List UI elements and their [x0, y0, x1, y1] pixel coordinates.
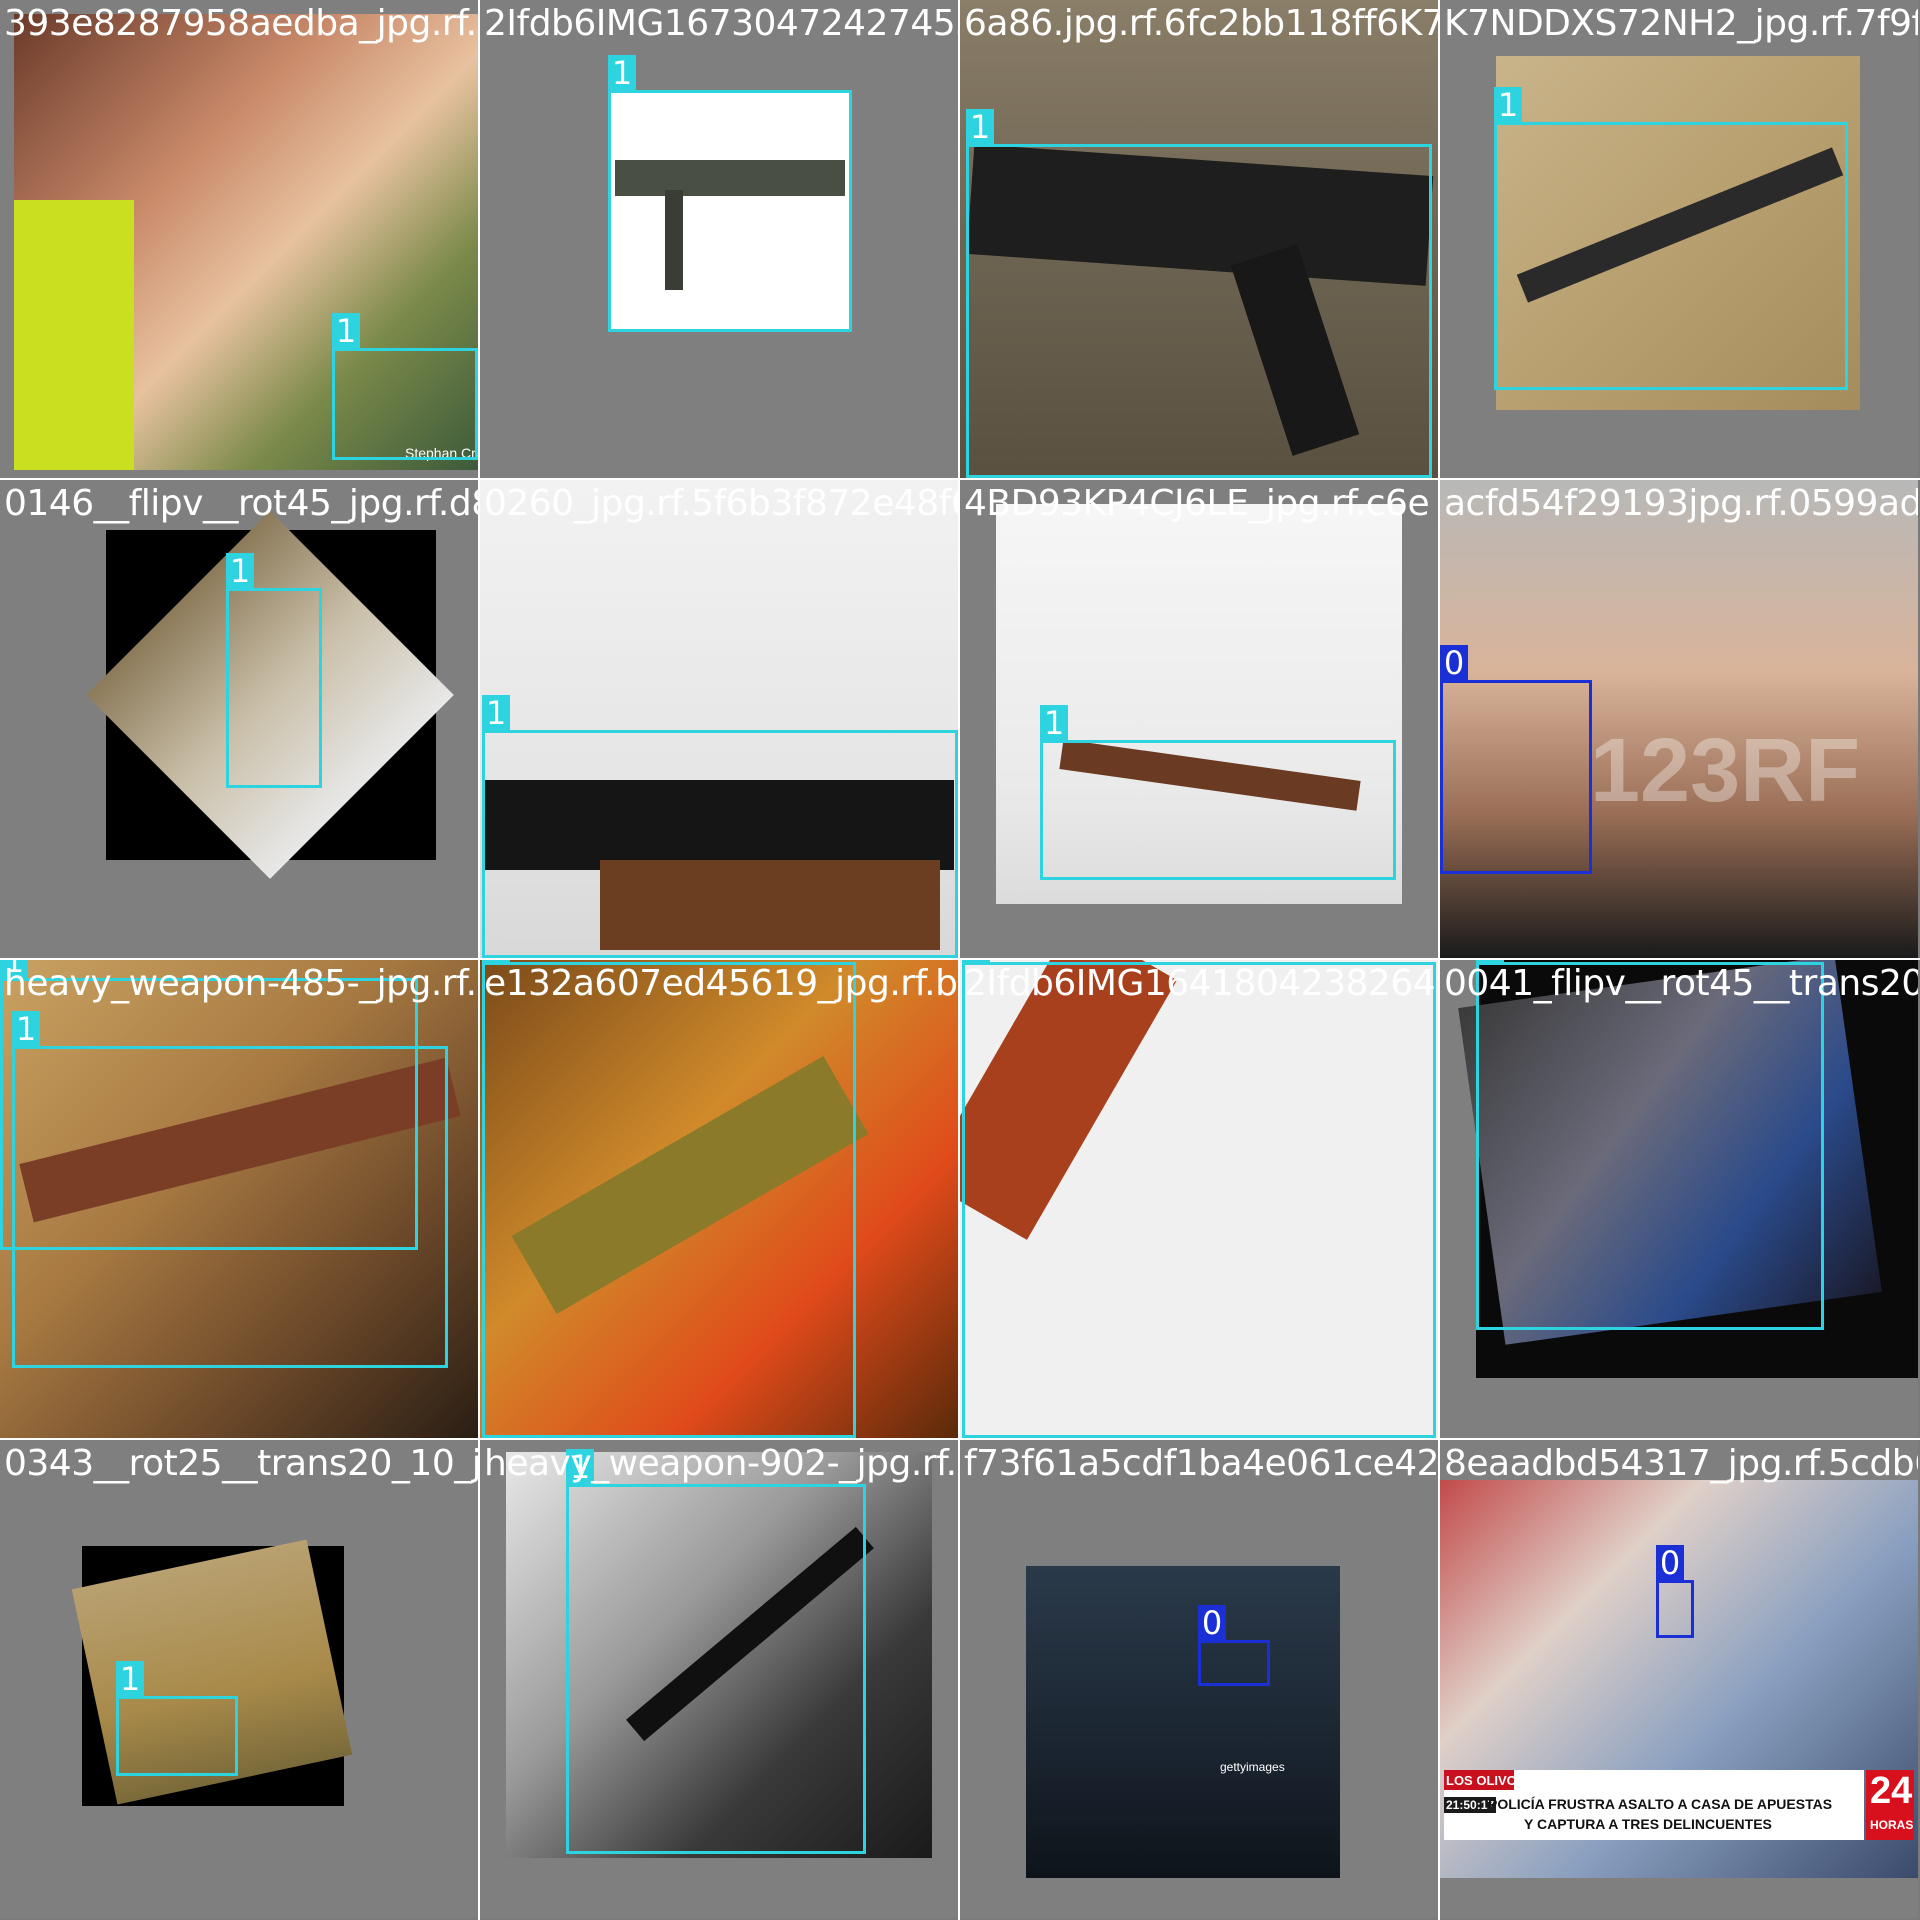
- detection-box: 1: [332, 313, 478, 460]
- hi-vis-vest: [14, 200, 134, 470]
- tile-12: 1 0041_flipv__rot45__trans20_10_jp: [1440, 960, 1918, 1438]
- class-label: 1: [966, 109, 994, 145]
- tile-filename: 6a86.jpg.rf.6fc2bb118ff6K7NDDXS72NH2_jpg…: [964, 3, 1438, 44]
- class-label: 0: [1656, 1545, 1684, 1581]
- tile-6: 1 0260_jpg.rf.5f6b3f872e48f61: [480, 480, 958, 958]
- tile-image: [1026, 1566, 1340, 1878]
- class-label: 0: [1198, 1605, 1226, 1641]
- mosaic-grid: Stephan Cr 1 393e8287958aedba_jpg.rf.0 1…: [0, 0, 1920, 1920]
- grid-divider: [0, 958, 1920, 960]
- tile-8: 123RF 0 acfd54f29193jpg.rf.0599adb7b: [1440, 480, 1918, 958]
- class-label: 1: [482, 695, 510, 731]
- grid-divider: [478, 0, 480, 1920]
- class-label: 1: [1040, 705, 1068, 741]
- tile-3: 1 6a86.jpg.rf.6fc2bb118ff6K7NDDXS72NH2_j…: [960, 0, 1438, 478]
- tile-7: 1 4BD93KP4CJ6LE_jpg.rf.c6e: [960, 480, 1438, 958]
- watermark-text: 123RF: [1590, 721, 1861, 821]
- detection-box: 1: [226, 553, 322, 788]
- detection-box: 1: [116, 1661, 238, 1776]
- tile-filename: K7NDDXS72NH2_jpg.rf.7f9fe: [1444, 3, 1918, 44]
- class-label: 1: [226, 553, 254, 589]
- tile-13: 1 0343__rot25__trans20_10_jpg.rf: [0, 1440, 478, 1918]
- class-label: 1: [12, 1011, 40, 1047]
- class-label: 1: [1494, 87, 1522, 123]
- detection-box: 0: [1198, 1605, 1270, 1686]
- detection-box: 1: [962, 960, 1436, 1438]
- class-label: 1: [116, 1661, 144, 1697]
- tile-4: 1 K7NDDXS72NH2_jpg.rf.7f9fe: [1440, 0, 1918, 478]
- grid-divider: [1438, 0, 1440, 1920]
- news-headline-2: Y CAPTURA A TRES DELINCUENTES: [1524, 1816, 1772, 1832]
- tile-filename: 0041_flipv__rot45__trans20_10_jp: [1444, 963, 1918, 1004]
- tile-10: 1 e132a607ed45619_jpg.rf.b: [480, 960, 958, 1438]
- detection-box: 0: [1656, 1545, 1694, 1638]
- channel-word: HORAS: [1870, 1818, 1914, 1832]
- class-label: 1: [608, 55, 636, 91]
- grid-divider: [958, 0, 960, 1920]
- class-label: 0: [1440, 645, 1468, 681]
- tile-filename: 8eaadbd54317_jpg.rf.5cdb63: [1444, 1443, 1918, 1484]
- detection-box: 1: [966, 109, 1432, 478]
- detection-box: 1: [1494, 87, 1848, 390]
- detection-box: 1: [1476, 960, 1824, 1330]
- tile-filename: 0146__flipv__rot45_jpg.rf.d8: [4, 483, 478, 524]
- tile-filename: 2Ifdb6IMG16730472427453_jpg.rf: [484, 3, 958, 44]
- tile-filename: 0260_jpg.rf.5f6b3f872e48f61: [484, 483, 958, 524]
- tile-filename: acfd54f29193jpg.rf.0599adb7b: [1444, 483, 1918, 524]
- tile-filename: f73f61a5cdf1ba4e061ce4275a: [964, 1443, 1438, 1484]
- tile-11: 1 2Ifdb6IMG16418042382649_jpg: [960, 960, 1438, 1438]
- class-label: 1: [332, 313, 360, 349]
- detection-box: 1: [1040, 705, 1396, 880]
- tile-filename: 2Ifdb6IMG16418042382649_jpg: [964, 963, 1438, 1004]
- tile-2: 1 2Ifdb6IMG16730472427453_jpg.rf: [480, 0, 958, 478]
- tile-filename: 393e8287958aedba_jpg.rf.0: [4, 3, 478, 44]
- tile-16: LOS OLIVOS 21:50:17 POLICÍA FRUSTRA ASAL…: [1440, 1440, 1918, 1918]
- detection-box: 1: [482, 695, 958, 958]
- detection-box: 1: [566, 1449, 866, 1854]
- tile-filename: heavy_weapon-485-_jpg.rf.d: [4, 963, 478, 1004]
- news-headline-1: POLICÍA FRUSTRA ASALTO A CASA DE APUESTA…: [1488, 1796, 1833, 1812]
- grid-divider: [0, 478, 1920, 480]
- detection-box: 1: [12, 1011, 448, 1368]
- getty-watermark: gettyimages: [1220, 1760, 1285, 1774]
- tile-filename: 4BD93KP4CJ6LE_jpg.rf.c6e: [964, 483, 1430, 524]
- news-location: LOS OLIVOS: [1446, 1773, 1526, 1788]
- tile-14: 1 heavy_weapon-902-_jpg.rf.3: [480, 1440, 958, 1918]
- tile-filename: e132a607ed45619_jpg.rf.b: [484, 963, 958, 1004]
- tile-filename: 0343__rot25__trans20_10_jpg.rf: [4, 1443, 478, 1484]
- tile-1: Stephan Cr 1 393e8287958aedba_jpg.rf.0: [0, 0, 478, 478]
- grid-divider: [0, 1438, 1920, 1440]
- detection-box: 0: [1440, 645, 1592, 874]
- channel-number: 24: [1870, 1770, 1913, 1812]
- detection-box: 1: [608, 55, 852, 332]
- detection-box: 1: [482, 960, 856, 1438]
- tile-5: 1 0146__flipv__rot45_jpg.rf.d8: [0, 480, 478, 958]
- tile-9: 1 1 heavy_weapon-485-_jpg.rf.d: [0, 960, 478, 1438]
- tile-filename: heavy_weapon-902-_jpg.rf.3: [484, 1443, 958, 1484]
- tile-15: gettyimages 0 f73f61a5cdf1ba4e061ce4275a: [960, 1440, 1438, 1918]
